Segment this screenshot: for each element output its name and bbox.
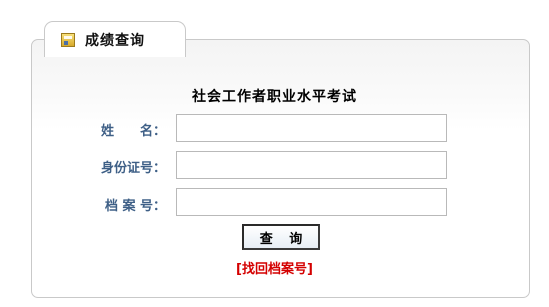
query-button[interactable]: 查 询 (242, 224, 320, 250)
id-number-input[interactable] (176, 151, 447, 179)
id-number-label: 身份证号： (100, 161, 166, 176)
name-input[interactable] (176, 114, 447, 142)
recover-file-number-link[interactable]: [找回档案号] (0, 258, 549, 277)
tab-title: 成绩查询 (85, 32, 145, 49)
exam-title: 社会工作者职业水平考试 (192, 89, 357, 105)
file-number-label: 档 案 号： (104, 199, 166, 214)
id-card-icon (61, 32, 75, 47)
name-label: 姓 名： (100, 124, 166, 139)
file-number-input[interactable] (176, 188, 447, 216)
score-query-tab: 成绩查询 (44, 21, 186, 57)
